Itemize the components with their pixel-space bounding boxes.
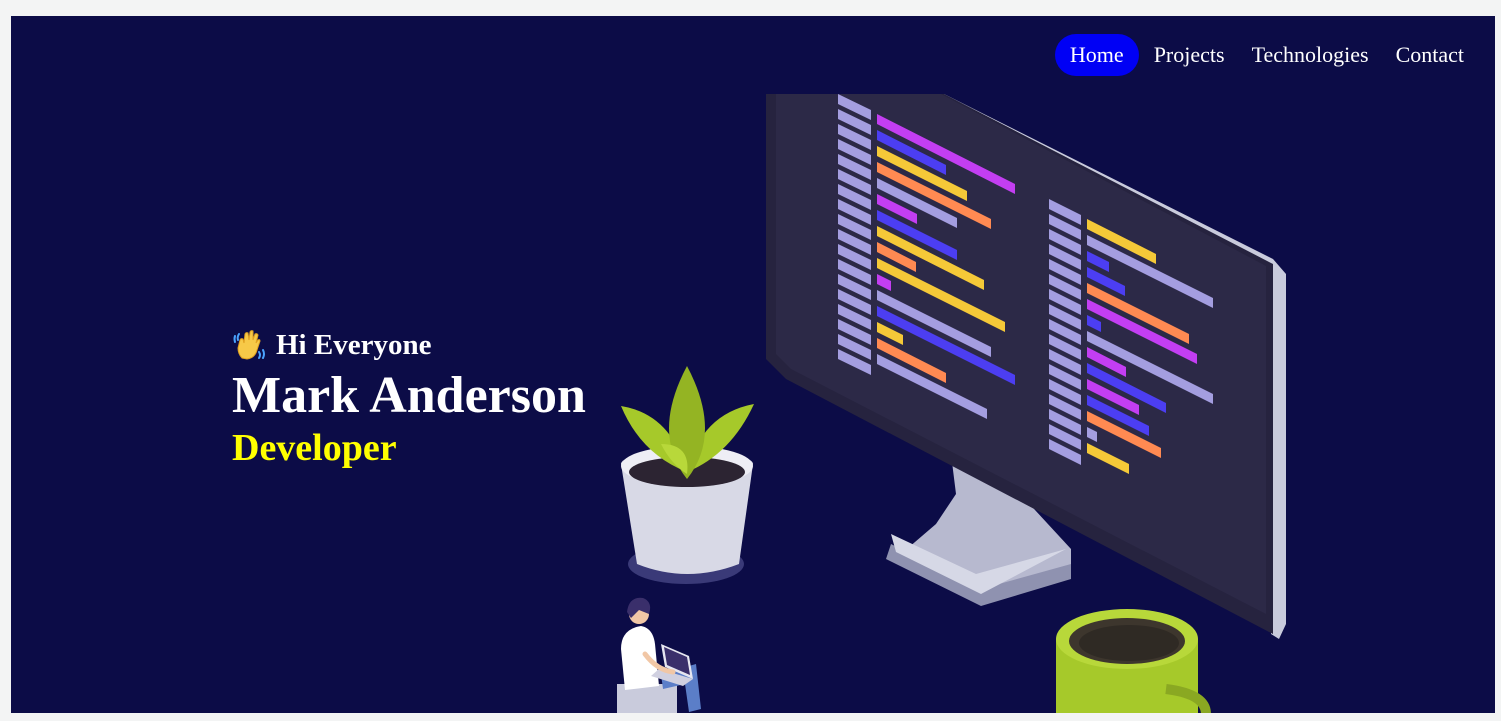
nav-technologies[interactable]: Technologies: [1239, 34, 1382, 76]
hero-section: Home Projects Technologies Contact Hi Ev…: [11, 16, 1495, 713]
plant-pot-icon: [621, 366, 754, 584]
person-laptop-icon: [617, 597, 701, 713]
coffee-mug-icon: [1056, 609, 1211, 713]
hero-role: Developer: [232, 427, 397, 469]
hero-text: Hi Everyone Mark Anderson Developer: [232, 326, 586, 470]
greeting: Hi Everyone: [232, 326, 586, 364]
developer-illustration: [617, 94, 1286, 713]
waving-hand-icon: [233, 330, 265, 360]
nav-home[interactable]: Home: [1054, 34, 1139, 76]
nav-projects[interactable]: Projects: [1141, 34, 1238, 76]
nav-contact[interactable]: Contact: [1383, 34, 1477, 76]
hero-name: Mark Anderson: [232, 367, 586, 424]
greeting-text: Hi Everyone: [276, 328, 432, 361]
top-nav: Home Projects Technologies Contact: [1054, 34, 1477, 76]
